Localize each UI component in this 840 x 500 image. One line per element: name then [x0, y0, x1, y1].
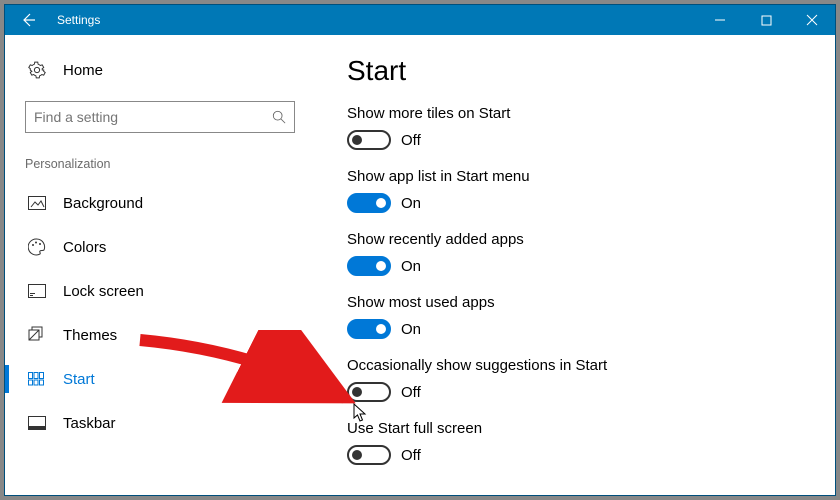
toggle-show-app-list[interactable] [347, 193, 391, 213]
sidebar-item-colors[interactable]: Colors [5, 225, 315, 269]
content: Home Personalization Background Colo [5, 35, 835, 495]
sidebar-item-themes[interactable]: Themes [5, 313, 315, 357]
toggle-recently-added[interactable] [347, 256, 391, 276]
setting-label: Show recently added apps [347, 231, 835, 248]
toggle-full-screen[interactable] [347, 445, 391, 465]
titlebar: Settings [5, 5, 835, 35]
sidebar-item-lock-screen[interactable]: Lock screen [5, 269, 315, 313]
window-title: Settings [51, 13, 100, 27]
sidebar-item-taskbar[interactable]: Taskbar [5, 401, 315, 445]
main-panel: Start Show more tiles on Start Off Show … [315, 35, 835, 495]
toggle-state: On [401, 195, 421, 212]
sidebar-item-background[interactable]: Background [5, 181, 315, 225]
setting-most-used: Show most used apps On [347, 294, 835, 339]
sidebar-item-start[interactable]: Start [5, 357, 315, 401]
sidebar-item-label: Background [63, 195, 143, 212]
close-button[interactable] [789, 5, 835, 35]
maximize-button[interactable] [743, 5, 789, 35]
sidebar-item-label: Colors [63, 239, 106, 256]
sidebar-item-label: Start [63, 371, 95, 388]
gear-icon [25, 61, 49, 79]
setting-label: Use Start full screen [347, 420, 835, 437]
toggle-state: Off [401, 447, 421, 464]
lock-screen-icon [25, 284, 49, 298]
sidebar: Home Personalization Background Colo [5, 35, 315, 495]
sidebar-group-header: Personalization [5, 133, 315, 181]
setting-label: Show more tiles on Start [347, 105, 835, 122]
setting-label: Show app list in Start menu [347, 168, 835, 185]
sidebar-item-label: Themes [63, 327, 117, 344]
setting-suggestions: Occasionally show suggestions in Start O… [347, 357, 835, 402]
settings-window: Settings Home Persona [4, 4, 836, 496]
minimize-button[interactable] [697, 5, 743, 35]
home-label: Home [63, 62, 103, 79]
toggle-state: Off [401, 132, 421, 149]
setting-recently-added: Show recently added apps On [347, 231, 835, 276]
setting-label: Show most used apps [347, 294, 835, 311]
taskbar-icon [25, 416, 49, 430]
themes-icon [25, 326, 49, 344]
sidebar-item-label: Lock screen [63, 283, 144, 300]
toggle-state: Off [401, 384, 421, 401]
page-heading: Start [347, 55, 835, 87]
search-box[interactable] [25, 101, 295, 133]
palette-icon [25, 238, 49, 256]
toggle-state: On [401, 321, 421, 338]
setting-full-screen: Use Start full screen Off [347, 420, 835, 465]
toggle-suggestions[interactable] [347, 382, 391, 402]
home-nav[interactable]: Home [5, 53, 315, 87]
search-input[interactable] [34, 109, 272, 125]
toggle-most-used[interactable] [347, 319, 391, 339]
toggle-show-more-tiles[interactable] [347, 130, 391, 150]
setting-show-more-tiles: Show more tiles on Start Off [347, 105, 835, 150]
setting-show-app-list: Show app list in Start menu On [347, 168, 835, 213]
setting-label: Occasionally show suggestions in Start [347, 357, 835, 374]
toggle-state: On [401, 258, 421, 275]
start-icon [25, 372, 49, 386]
back-button[interactable] [5, 5, 51, 35]
search-icon [272, 110, 286, 124]
picture-icon [25, 196, 49, 210]
sidebar-item-label: Taskbar [63, 415, 116, 432]
